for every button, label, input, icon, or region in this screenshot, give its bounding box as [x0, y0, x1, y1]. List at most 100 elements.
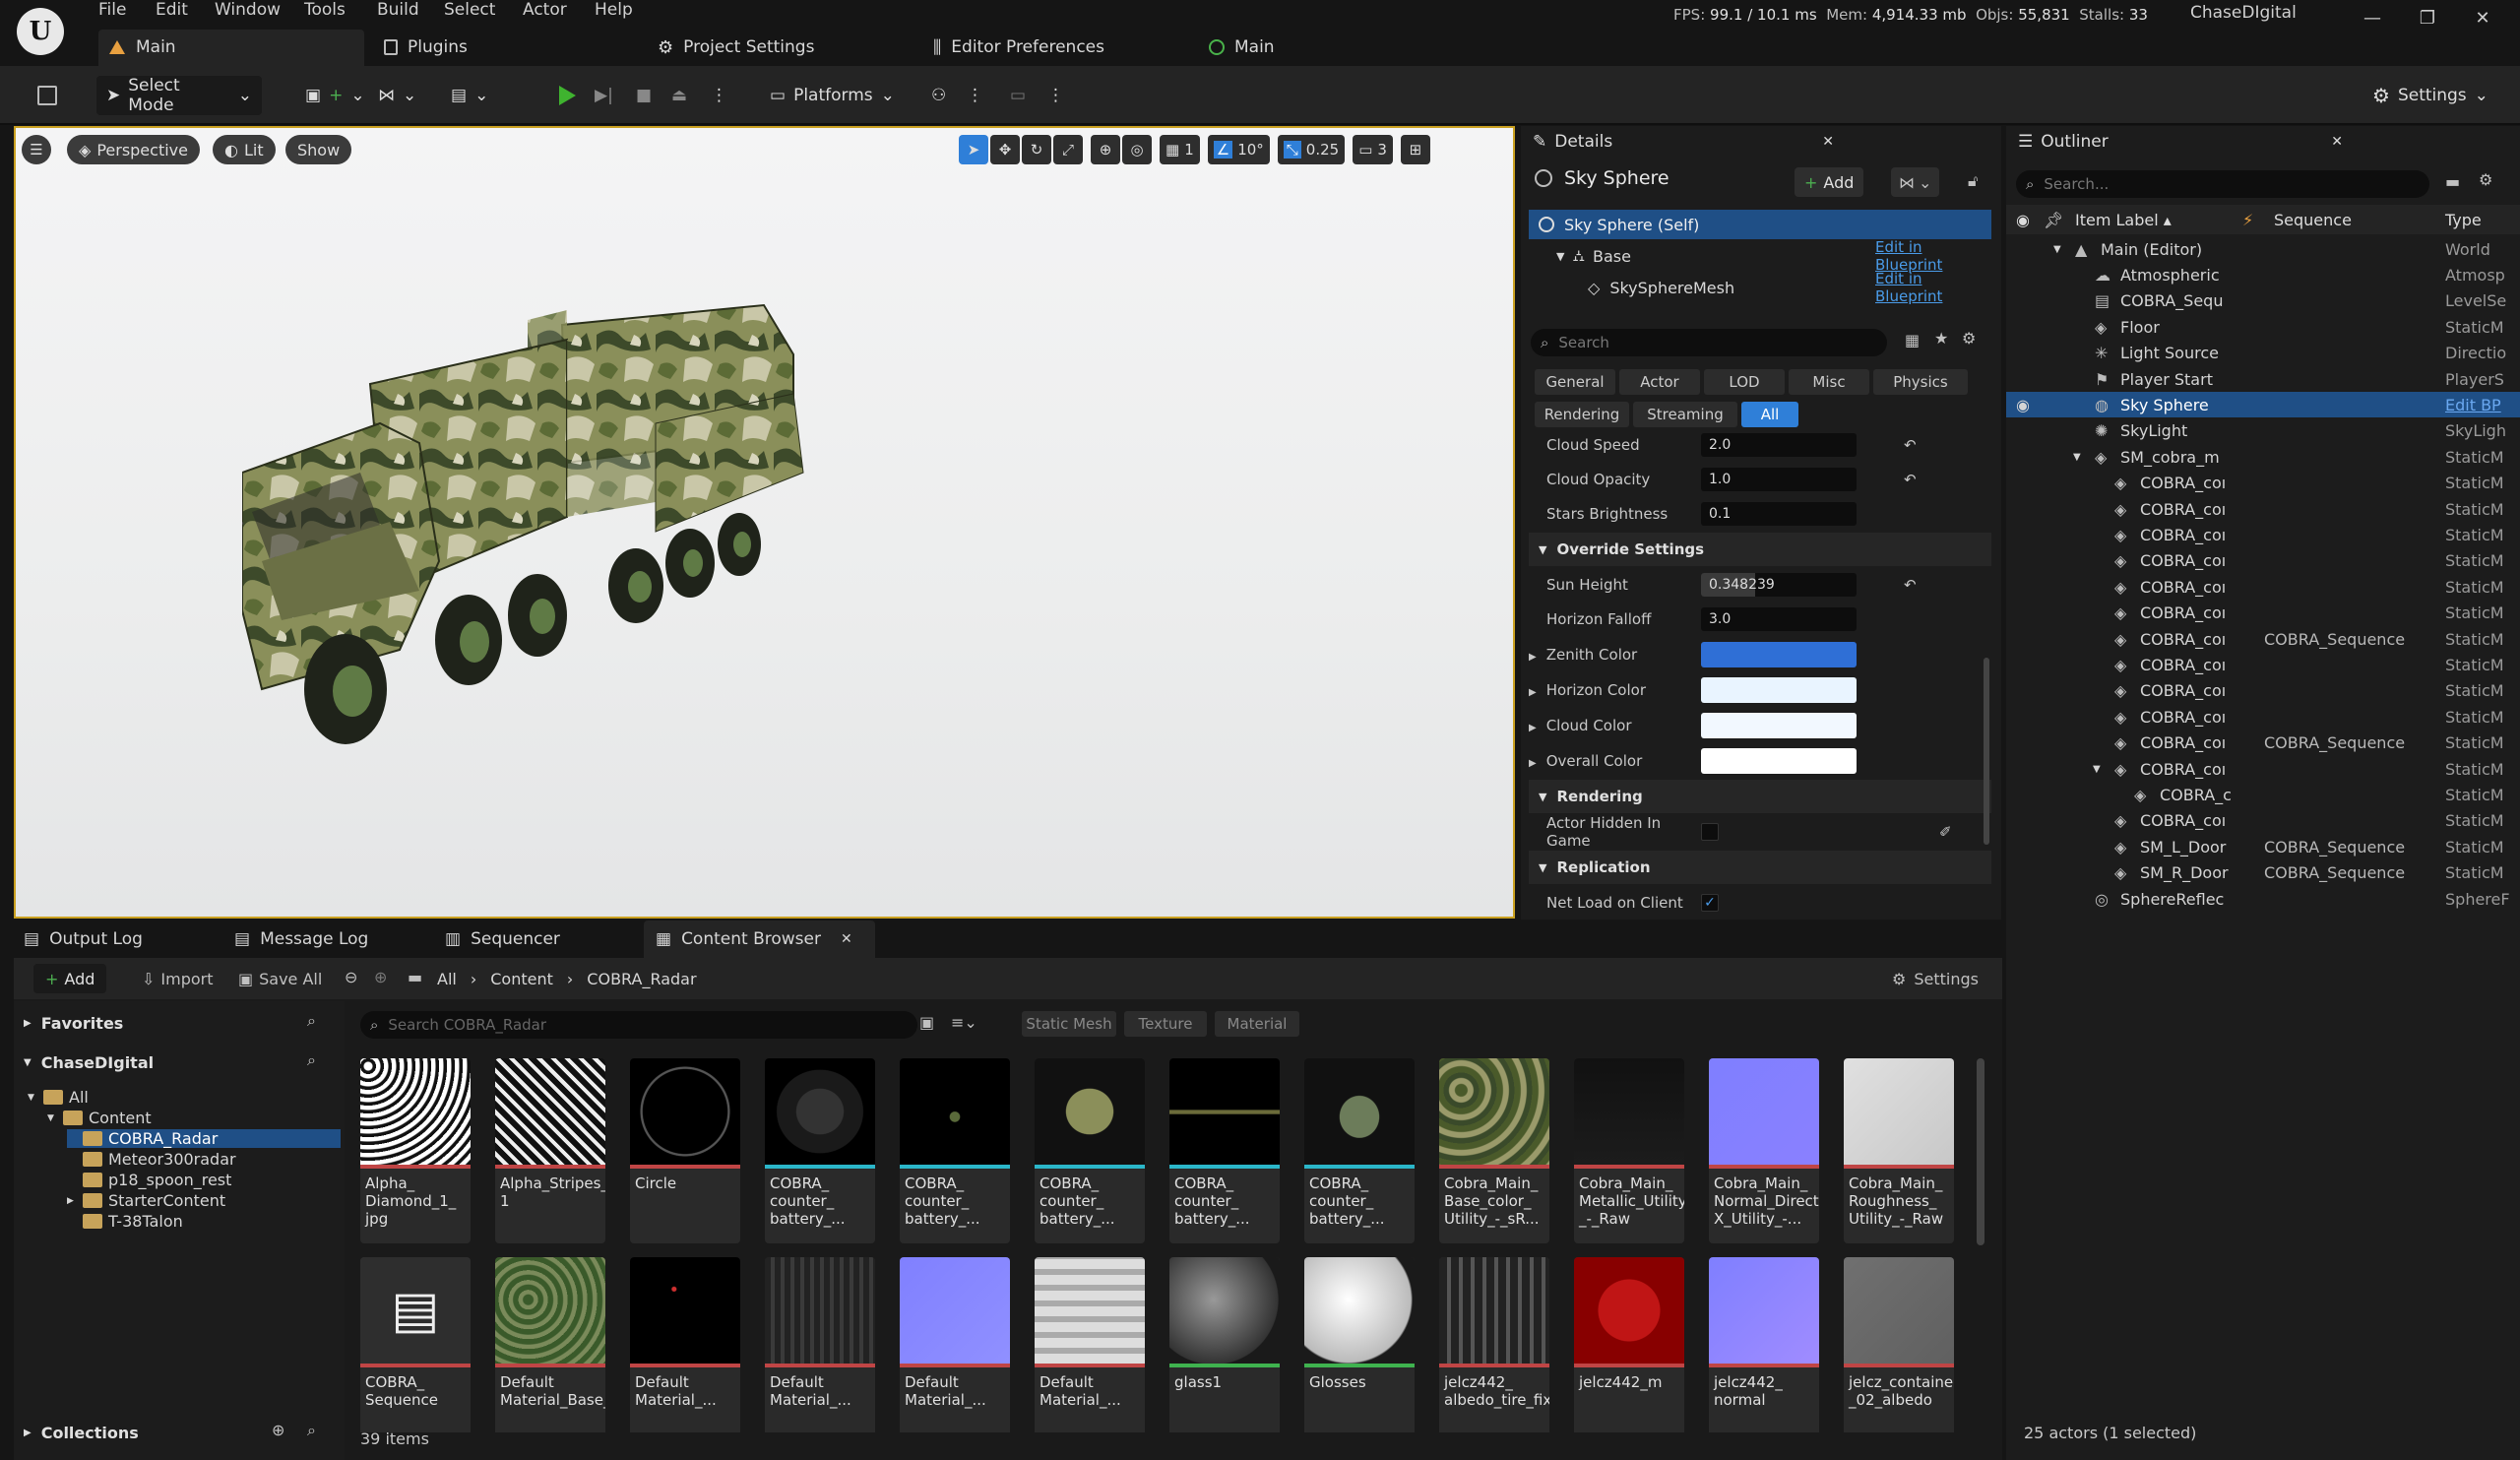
- lock-icon[interactable]: 🔓︎: [1968, 171, 1978, 191]
- outliner-row-type[interactable]: Edit BP: [2445, 396, 2514, 414]
- outliner-row[interactable]: ◈ COBRA_coı StaticM: [2006, 574, 2520, 600]
- asset-tile[interactable]: COBRA_ counter_ battery_...: [900, 1058, 1010, 1243]
- outliner-row[interactable]: ✺ SkyLight SkyLigh: [2006, 418, 2520, 444]
- outliner-row[interactable]: ◈ COBRA_coı StaticM: [2006, 522, 2520, 547]
- folder-tree-item[interactable]: ▼ All: [28, 1088, 89, 1107]
- grid-snap-button[interactable]: ▦ 1: [1160, 135, 1200, 164]
- cloud-speed-input[interactable]: 2.0: [1701, 433, 1857, 457]
- outliner-row[interactable]: ▼ ▲ Main (Editor) World: [2006, 236, 2520, 262]
- surface-snap-icon[interactable]: ◎: [1122, 135, 1152, 164]
- asset-search-input[interactable]: ⌕ Search COBRA_Radar: [360, 1011, 917, 1039]
- filter-icon[interactable]: ≡⌄: [951, 1013, 977, 1032]
- toolbar-more-button[interactable]: ⋮: [1038, 76, 1074, 115]
- actor-hidden-checkbox[interactable]: [1701, 823, 1719, 841]
- outliner-row[interactable]: ✳ Light Source Directio: [2006, 341, 2520, 366]
- perspective-button[interactable]: ◈ Perspective: [67, 135, 200, 164]
- outliner-row[interactable]: ◈ COBRA_coı StaticM: [2006, 678, 2520, 704]
- sun-height-slider[interactable]: 0.348239: [1701, 573, 1857, 597]
- close-tab-icon[interactable]: ✕: [841, 931, 852, 947]
- asset-tile[interactable]: COBRA_ counter_ battery_...: [765, 1058, 875, 1243]
- table-view-icon[interactable]: ▦: [1905, 331, 1920, 349]
- outliner-row[interactable]: ◈ SM_L_Door COBRA_Sequence StaticM: [2006, 834, 2520, 859]
- replication-section[interactable]: ▼ Replication: [1529, 851, 1991, 884]
- add-component-button[interactable]: + Add: [1795, 167, 1864, 197]
- rotate-tool-icon[interactable]: ↻: [1022, 135, 1051, 164]
- folder-tree-item[interactable]: p18_spoon_rest: [67, 1171, 231, 1189]
- scale-tool-icon[interactable]: ⤢: [1053, 135, 1083, 164]
- tab-sequencer[interactable]: ▥ Sequencer: [445, 920, 560, 958]
- category-lod[interactable]: LOD: [1704, 369, 1785, 395]
- scale-snap-button[interactable]: ⤡ 0.25: [1277, 135, 1346, 164]
- menu-select[interactable]: Select: [444, 0, 495, 22]
- blueprint-button[interactable]: ⋈ ⌄: [368, 76, 426, 115]
- camera-speed-button[interactable]: ▭ 3: [1353, 135, 1393, 164]
- back-icon[interactable]: ⊖: [345, 968, 357, 986]
- gear-icon[interactable]: ⚙: [2479, 170, 2492, 189]
- search-icon[interactable]: ⌕: [307, 1050, 316, 1070]
- category-streaming[interactable]: Streaming: [1633, 402, 1737, 427]
- outliner-row[interactable]: ▼ ◈ COBRA_coı StaticM: [2006, 756, 2520, 782]
- lock-button[interactable]: ▭: [1000, 76, 1036, 115]
- save-icon[interactable]: [28, 76, 67, 115]
- source-options-button[interactable]: ⋮: [957, 76, 993, 115]
- show-button[interactable]: Show: [285, 135, 352, 164]
- step-button[interactable]: ▶|: [585, 76, 623, 115]
- rendering-section[interactable]: ▼ Rendering: [1529, 780, 1991, 813]
- asset-tile[interactable]: Default Material_...: [900, 1257, 1010, 1432]
- category-actor[interactable]: Actor: [1619, 369, 1700, 395]
- menu-help[interactable]: Help: [595, 0, 633, 22]
- translate-tool-icon[interactable]: ✥: [990, 135, 1020, 164]
- horizon-color-swatch[interactable]: [1701, 677, 1857, 703]
- menu-file[interactable]: File: [98, 0, 126, 22]
- asset-tile[interactable]: ▤ COBRA_ Sequence: [360, 1257, 471, 1432]
- viewport-menu-icon[interactable]: ☰: [22, 135, 51, 164]
- play-options-button[interactable]: ⋮: [701, 76, 737, 115]
- details-scrollbar[interactable]: [1984, 658, 1989, 845]
- asset-tile[interactable]: COBRA_ counter_ battery_...: [1304, 1058, 1415, 1243]
- asset-tile[interactable]: glass1: [1169, 1257, 1280, 1432]
- eyedropper-icon[interactable]: ✐: [1939, 823, 1952, 841]
- tab-main-2[interactable]: Main: [1209, 30, 1275, 65]
- column-type[interactable]: Type: [2445, 211, 2482, 229]
- lit-button[interactable]: ◐ Lit: [213, 135, 276, 164]
- asset-tile[interactable]: Default Material_...: [1035, 1257, 1145, 1432]
- column-item-label[interactable]: Item Label ▴: [2075, 211, 2172, 229]
- asset-tile[interactable]: jelcz442_ albedo_tire_fix: [1439, 1257, 1549, 1432]
- asset-tile[interactable]: Cobra_Main_ Metallic_Utility _-_Raw: [1574, 1058, 1684, 1243]
- outliner-row[interactable]: ◈ COBRA_c StaticM: [2006, 782, 2520, 807]
- outliner-row[interactable]: ◈ COBRA_coı StaticM: [2006, 548, 2520, 574]
- filter-material[interactable]: Material: [1215, 1011, 1299, 1037]
- star-icon[interactable]: ★: [1934, 329, 1948, 348]
- transform-space-icon[interactable]: ⊕: [1091, 135, 1120, 164]
- zenith-color-swatch[interactable]: [1701, 642, 1857, 667]
- folder-tree-item[interactable]: ▼ Content: [47, 1109, 152, 1127]
- outliner-row[interactable]: ◈ COBRA_coı COBRA_Sequence StaticM: [2006, 626, 2520, 652]
- expand-arrow-icon[interactable]: ▼: [47, 1113, 57, 1123]
- favorites-section[interactable]: ▶ Favorites: [24, 1011, 123, 1035]
- folder-tree-item[interactable]: Meteor300radar: [67, 1150, 236, 1169]
- cinematics-button[interactable]: ▤ ⌄: [441, 76, 498, 115]
- outliner-row[interactable]: ◉ ◍ Sky Sphere Edit BP: [2006, 392, 2520, 418]
- category-physics[interactable]: Physics: [1873, 369, 1968, 395]
- details-tab[interactable]: ✎ Details ✕: [1521, 126, 2001, 158]
- level-viewport[interactable]: ☰ ◈ Perspective ◐ Lit Show ➤ ✥ ↻ ⤢ ⊕ ◎ ▦ 1 …: [14, 126, 1515, 919]
- tab-editor-preferences[interactable]: ⫼ Editor Preferences: [933, 30, 1104, 65]
- outliner-row[interactable]: ◎ SphereReflec SphereF: [2006, 886, 2520, 912]
- component-mesh-row[interactable]: ◇ SkySphereMesh Edit in Blueprint: [1529, 270, 1991, 305]
- folder-tree-item[interactable]: ▶ StarterContent: [67, 1191, 225, 1210]
- breadcrumb-content[interactable]: Content: [490, 970, 553, 988]
- asset-tile[interactable]: jelcz442_m: [1574, 1257, 1684, 1432]
- collections-section[interactable]: ▶ Collections: [24, 1421, 139, 1444]
- asset-tile[interactable]: Alpha_Stripes_ 1: [495, 1058, 605, 1243]
- expand-arrow-icon[interactable]: ▶: [67, 1196, 77, 1206]
- play-button[interactable]: [547, 76, 587, 115]
- outliner-row[interactable]: ▤ COBRA_Sequ LevelSe: [2006, 288, 2520, 314]
- cloud-opacity-input[interactable]: 1.0: [1701, 468, 1857, 491]
- breadcrumb-all[interactable]: All: [437, 970, 457, 988]
- menu-edit[interactable]: Edit: [156, 0, 188, 22]
- save-all-button[interactable]: ▣ Save All: [238, 964, 322, 993]
- overall-color-swatch[interactable]: [1701, 748, 1857, 774]
- outliner-row[interactable]: ◈ COBRA_coı StaticM: [2006, 704, 2520, 730]
- project-section[interactable]: ▼ ChaseDIgital: [24, 1050, 154, 1074]
- add-button[interactable]: + Add: [33, 964, 107, 993]
